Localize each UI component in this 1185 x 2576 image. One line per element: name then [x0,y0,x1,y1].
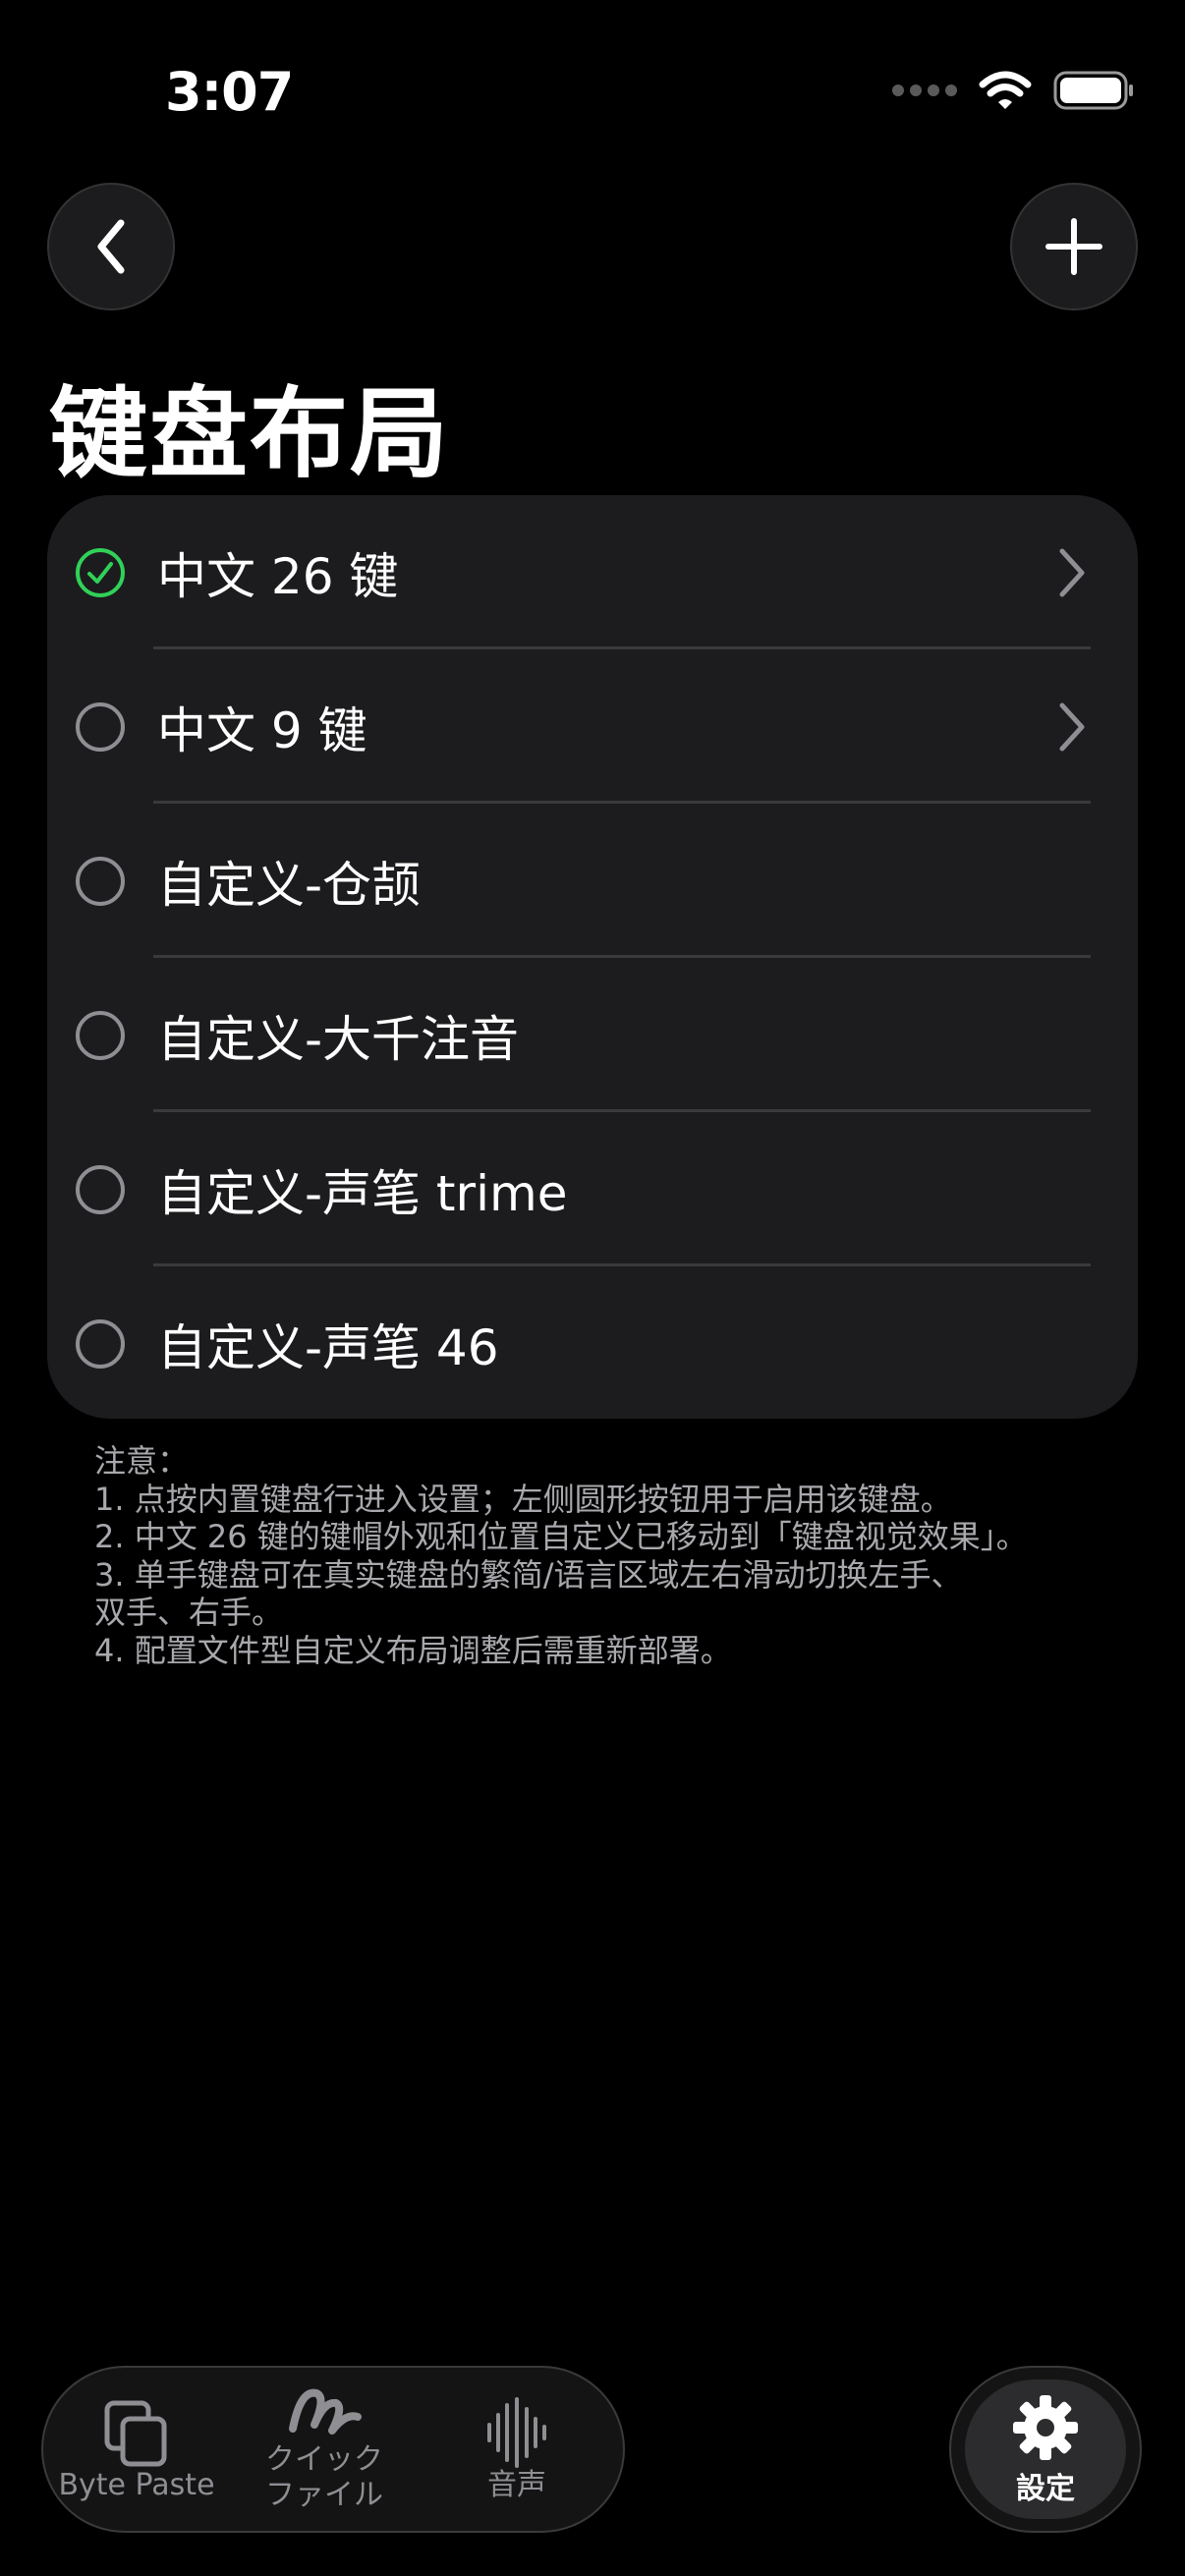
back-button[interactable] [47,183,175,310]
layout-label: 自定义-仓颉 [157,856,422,914]
copy-icon [104,2400,167,2467]
empty-circle-icon[interactable] [75,1164,126,1215]
tab-label: Byte Paste [58,2468,215,2502]
empty-circle-icon[interactable] [75,701,126,753]
layout-label: 中文 9 键 [157,701,367,759]
empty-circle-icon[interactable] [75,856,126,907]
add-layout-button[interactable] [1010,183,1138,310]
layout-label: 自定义-大千注音 [157,1010,520,1068]
scribble-icon [289,2388,362,2435]
cellular-signal-icon [892,84,957,96]
chevron-right-icon [1059,548,1085,596]
chevron-left-icon [97,219,125,274]
notes-footer: 注意： 1. 点按内置键盘行进入设置；左侧圆形按钮用于启用该键盘。 2. 中文 … [94,1442,1097,1669]
tab-bar: Byte Paste クイック ファイル 音声 [41,2366,625,2533]
battery-icon [1053,71,1133,110]
layout-row-shengbi-trime[interactable]: 自定义-声笔 trime [47,1112,1138,1266]
note-line: 3. 单手键盘可在真实键盘的繁简/语言区域左右滑动切换左手、 [94,1555,963,1594]
layout-row-chinese-9[interactable]: 中文 9 键 [47,649,1138,804]
tab-label: 設定 [1016,2472,1075,2506]
layout-row-chinese-26[interactable]: 中文 26 键 [47,495,1138,649]
checkmark-circle-icon[interactable] [75,547,126,598]
page-title: 键盘布局 [49,376,450,491]
layout-list: 中文 26 键 中文 9 键 自定义-仓颉 自定义-大千注音 自定义-声笔 tr… [47,495,1138,1419]
gear-icon [1013,2395,1078,2460]
plus-icon [1045,218,1102,275]
waveform-icon [487,2397,546,2468]
wifi-icon [979,71,1032,109]
layout-label: 自定义-声笔 trime [157,1164,568,1222]
note-line: 双手、右手。 [94,1594,284,1631]
tab-byte-paste[interactable]: Byte Paste [53,2368,220,2535]
note-line: 2. 中文 26 键的键帽外观和位置自定义已移动到「键盘视觉效果」。 [94,1518,1028,1555]
tab-quick-file[interactable]: クイック ファイル [236,2368,413,2535]
tab-settings-active[interactable]: 設定 [965,2380,1126,2519]
tab-voice[interactable]: 音声 [428,2368,605,2535]
tab-label-line1: クイック [265,2442,383,2477]
layout-label: 自定义-声笔 46 [157,1318,499,1376]
screen: 3:07 键盘布局 中文 26 键 中文 9 键 自定义-仓颉 自定义-大千注音… [0,0,1185,2576]
note-line: 4. 配置文件型自定义布局调整后需重新部署。 [94,1631,732,1669]
tab-settings[interactable]: 設定 [949,2366,1142,2533]
layout-row-cangjie[interactable]: 自定义-仓颉 [47,804,1138,958]
layout-row-shengbi-46[interactable]: 自定义-声笔 46 [47,1266,1138,1419]
status-indicators [892,71,1134,110]
empty-circle-icon[interactable] [75,1010,126,1061]
notes-heading: 注意： [94,1442,190,1480]
tab-label: 音声 [487,2468,546,2502]
empty-circle-icon[interactable] [75,1318,126,1370]
status-time: 3:07 [165,61,294,123]
layout-label: 中文 26 键 [157,547,399,605]
tab-label-line2: ファイル [265,2478,383,2512]
layout-row-daqian-zhuyin[interactable]: 自定义-大千注音 [47,958,1138,1112]
chevron-right-icon [1059,702,1085,751]
note-line: 1. 点按内置键盘行进入设置；左侧圆形按钮用于启用该键盘。 [94,1480,952,1518]
